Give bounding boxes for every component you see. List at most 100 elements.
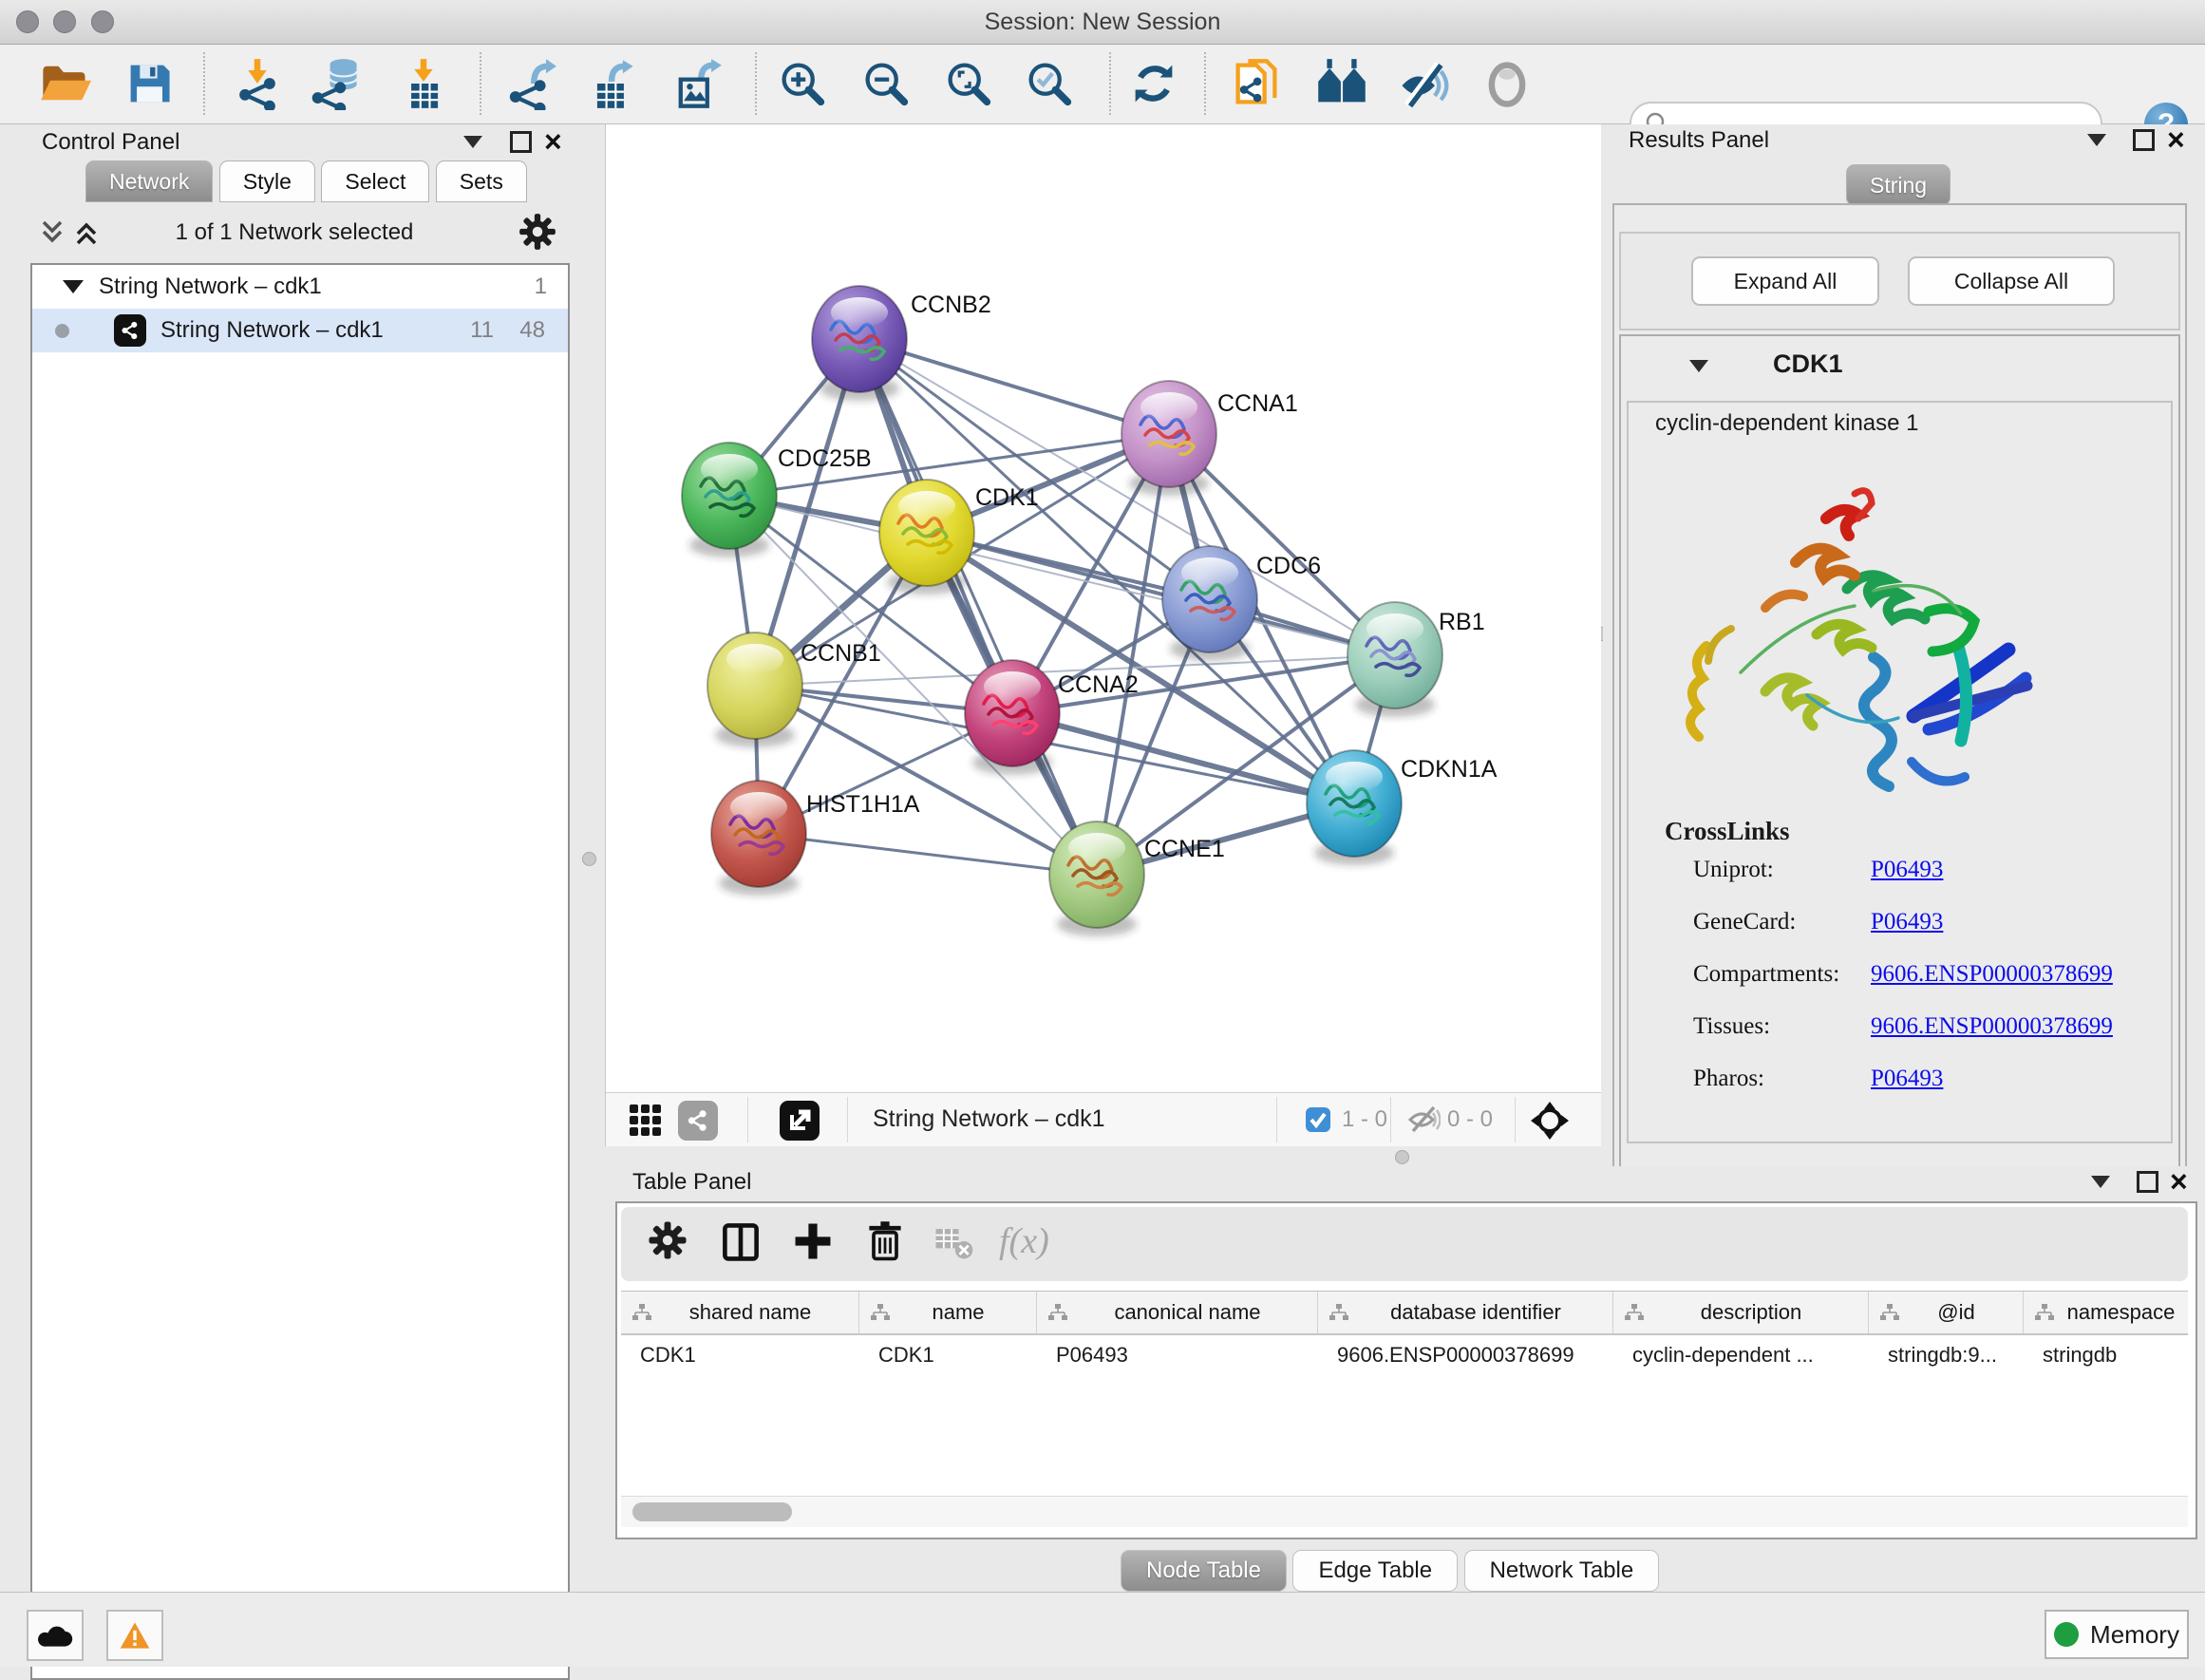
column-header--id[interactable]: @id [1869, 1292, 2024, 1333]
duplicate-network-icon[interactable] [1230, 57, 1283, 110]
table-cell[interactable]: cyclin-dependent ... [1613, 1334, 1869, 1376]
tab-edge-table[interactable]: Edge Table [1292, 1550, 1458, 1592]
scrollbar-thumb[interactable] [632, 1502, 792, 1521]
network-collection-row[interactable]: String Network – cdk1 1 [32, 265, 568, 309]
import-network-from-database-icon[interactable] [310, 57, 363, 110]
network-canvas[interactable]: CCNB2CCNA1CDC25BCDK1CDC6RB1CCNB1CCNA2CDK… [605, 124, 1601, 1092]
grid-view-icon[interactable] [628, 1103, 664, 1143]
table-options-gear-icon[interactable] [646, 1218, 697, 1270]
network-node-CCNA1[interactable] [1121, 381, 1216, 496]
export-network-icon[interactable] [505, 57, 558, 110]
refresh-layout-icon[interactable] [1127, 57, 1180, 110]
network-node-CDC25B[interactable] [682, 443, 777, 557]
network-node-CCNA2[interactable] [965, 660, 1060, 775]
table-cell[interactable]: 9606.ENSP00000378699 [1318, 1334, 1613, 1376]
delete-column-icon[interactable] [862, 1218, 914, 1270]
collapse-all-button[interactable]: Collapse All [1908, 256, 2115, 306]
results-panel-close-icon[interactable]: × [2167, 130, 2185, 149]
column-header-namespace[interactable]: namespace [2024, 1292, 2188, 1333]
tab-network[interactable]: Network [85, 160, 213, 202]
expand-all-button[interactable]: Expand All [1691, 256, 1879, 306]
network-options-gear-icon[interactable] [518, 212, 557, 256]
table-panel-close-icon[interactable]: × [2170, 1172, 2188, 1191]
horizontal-splitter-handle[interactable] [1395, 1150, 1409, 1164]
network-view-toolbar: String Network – cdk1 1 - 0 0 - 0 [605, 1092, 1601, 1146]
network-edge-CCNA2-CDKN1A[interactable] [1012, 713, 1354, 803]
tab-node-table[interactable]: Node Table [1121, 1550, 1287, 1592]
crosslink-link[interactable]: 9606.ENSP00000378699 [1871, 961, 2113, 988]
memory-button[interactable]: Memory [2045, 1610, 2189, 1659]
network-selection-summary: 1 of 1 Network selected [9, 219, 579, 246]
open-session-icon[interactable] [38, 57, 91, 110]
status-bar: Memory [0, 1592, 2205, 1667]
column-header-name[interactable]: name [859, 1292, 1037, 1333]
results-panel-menu-icon[interactable] [2087, 134, 2106, 146]
network-node-RB1[interactable] [1348, 602, 1442, 717]
network-row[interactable]: String Network – cdk1 11 48 [32, 309, 568, 352]
selected-checkbox-icon[interactable] [1305, 1106, 1331, 1138]
function-builder-icon[interactable]: f(x) [999, 1220, 1050, 1272]
network-edge-CDK1-RB1[interactable] [927, 533, 1395, 655]
control-panel-float-icon[interactable] [510, 131, 532, 153]
tab-select[interactable]: Select [321, 160, 429, 202]
zoom-out-icon[interactable] [859, 57, 913, 110]
warnings-button[interactable] [106, 1610, 163, 1661]
zoom-in-icon[interactable] [776, 57, 829, 110]
table-cell[interactable]: CDK1 [859, 1334, 1037, 1376]
export-image-icon[interactable] [670, 57, 724, 110]
network-node-CDKN1A[interactable] [1307, 750, 1402, 865]
network-node-HIST1H1A[interactable] [711, 781, 806, 896]
network-node-CCNE1[interactable] [1049, 821, 1144, 936]
table-cell[interactable]: stringdb:9... [1869, 1334, 2024, 1376]
network-overview-icon[interactable] [1315, 57, 1368, 110]
detach-view-icon[interactable] [780, 1101, 820, 1141]
cloud-button[interactable] [27, 1610, 84, 1661]
zoom-selected-icon[interactable] [1023, 57, 1076, 110]
table-cell[interactable]: stringdb [2024, 1334, 2188, 1376]
column-header-description[interactable]: description [1613, 1292, 1869, 1333]
export-table-icon[interactable] [585, 57, 638, 110]
crosslink-link[interactable]: P06493 [1871, 909, 1943, 935]
tab-string[interactable]: String [1846, 164, 1951, 206]
protein-structure-image[interactable] [1674, 448, 2054, 825]
results-panel-float-icon[interactable] [2133, 129, 2155, 151]
string-view-icon[interactable] [678, 1101, 718, 1141]
network-node-CCNB1[interactable] [707, 632, 802, 747]
create-column-icon[interactable] [790, 1218, 841, 1270]
control-panel-menu-icon[interactable] [463, 136, 482, 148]
show-graphics-details-icon[interactable] [1480, 57, 1534, 110]
table-panel-menu-icon[interactable] [2091, 1176, 2110, 1188]
hidden-eye-slash-icon[interactable] [1406, 1104, 1441, 1140]
import-table-icon[interactable] [397, 57, 450, 110]
crosslink-link[interactable]: P06493 [1871, 1066, 1943, 1092]
show-columns-icon[interactable] [718, 1218, 769, 1270]
tab-style[interactable]: Style [219, 160, 315, 202]
tab-network-table[interactable]: Network Table [1464, 1550, 1660, 1592]
tab-sets[interactable]: Sets [436, 160, 527, 202]
column-header-shared-name[interactable]: shared name [621, 1292, 859, 1333]
table-horizontal-scrollbar[interactable] [621, 1496, 2188, 1527]
column-header-database-identifier[interactable]: database identifier [1318, 1292, 1613, 1333]
crosslink-link[interactable]: 9606.ENSP00000378699 [1871, 1013, 2113, 1040]
hide-graphics-details-icon[interactable] [1396, 57, 1449, 110]
birds-eye-view-icon[interactable] [1529, 1100, 1571, 1146]
network-node-count: 11 [470, 317, 494, 344]
collection-expand-icon[interactable] [63, 280, 84, 293]
import-network-icon[interactable] [231, 57, 284, 110]
network-node-CCNB2[interactable] [812, 286, 907, 401]
control-panel-close-icon[interactable]: × [544, 132, 562, 151]
table-cell[interactable]: CDK1 [621, 1334, 859, 1376]
crosslink-link[interactable]: P06493 [1871, 857, 1943, 883]
network-node-CDC6[interactable] [1162, 546, 1257, 661]
cdk1-collapse-icon[interactable] [1689, 360, 1708, 372]
column-header-canonical-name[interactable]: canonical name [1037, 1292, 1318, 1333]
delete-table-icon[interactable] [931, 1218, 982, 1270]
network-node-CDK1[interactable] [879, 480, 974, 595]
network-edge-CCNE1-HIST1H1A[interactable] [759, 834, 1097, 875]
table-cell[interactable]: P06493 [1037, 1334, 1318, 1376]
table-panel-float-icon[interactable] [2137, 1171, 2158, 1193]
save-session-icon[interactable] [122, 57, 176, 110]
zoom-fit-icon[interactable] [942, 57, 995, 110]
crosslinks-list: Uniprot:P06493GeneCard:P06493Compartment… [1629, 857, 2171, 1118]
left-splitter-handle[interactable] [582, 852, 596, 866]
